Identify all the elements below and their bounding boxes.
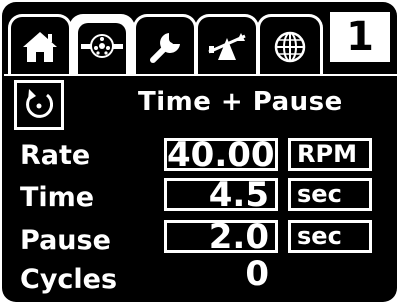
time-unit-field[interactable]: sec: [288, 178, 372, 211]
pump-icon: [81, 33, 123, 58]
pause-value-field[interactable]: 2.0: [164, 220, 278, 254]
rate-label: Rate: [20, 140, 91, 171]
tab-bar-divider: [4, 74, 397, 76]
globe-icon: [274, 31, 306, 62]
cycles-label: Cycles: [20, 264, 118, 295]
cycles-value-field[interactable]: 0: [164, 257, 278, 291]
tab-calibration[interactable]: [195, 14, 259, 76]
tab-home[interactable]: [8, 14, 72, 76]
rate-value-field[interactable]: 40.00: [164, 138, 278, 172]
time-label: Time: [20, 182, 95, 213]
rotate-icon: [26, 89, 54, 118]
balance-icon: [208, 32, 246, 60]
home-icon: [23, 31, 57, 62]
pause-label: Pause: [20, 225, 111, 256]
rate-unit-field[interactable]: RPM: [288, 138, 372, 171]
tab-settings[interactable]: [133, 14, 197, 76]
mode-button[interactable]: [14, 80, 64, 130]
device-screen: 1 Time + Pause Rate 40.00 RPM Time 4.5 s…: [2, 2, 397, 302]
page-number: 1: [330, 12, 390, 62]
tab-network[interactable]: [257, 14, 323, 76]
pause-unit-field[interactable]: sec: [288, 220, 372, 253]
mode-title: Time + Pause: [138, 87, 343, 117]
time-value-field[interactable]: 4.5: [164, 178, 278, 212]
wrench-icon: [150, 32, 180, 63]
tab-pump[interactable]: [69, 14, 135, 76]
